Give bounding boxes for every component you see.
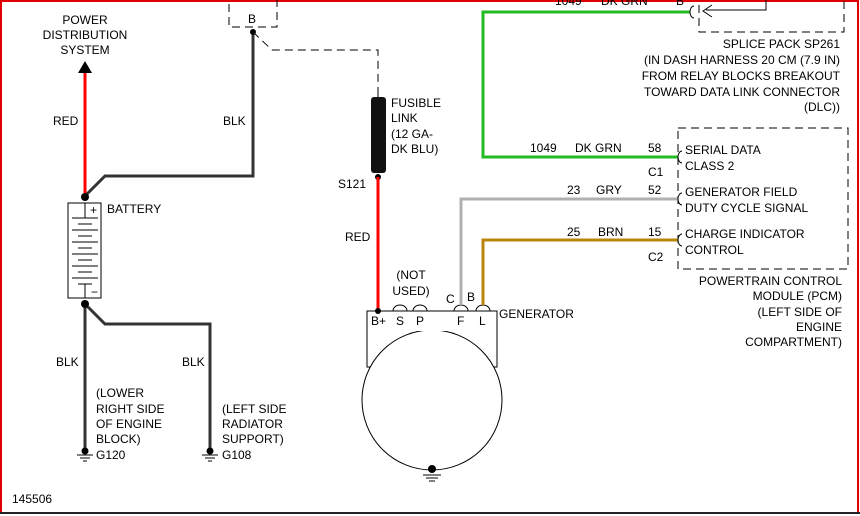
battery-label: BATTERY xyxy=(107,202,161,216)
svg-text:USED): USED) xyxy=(392,284,429,298)
svg-text:(LEFT SIDE OF: (LEFT SIDE OF xyxy=(758,305,842,319)
connector-arc xyxy=(689,5,695,19)
battery-symbol xyxy=(67,202,102,299)
battery-negative-node xyxy=(81,300,89,308)
svg-text:23: 23 xyxy=(567,183,581,197)
fusible-link-dashed-path xyxy=(252,31,379,90)
power-distribution-label: POWER DISTRIBUTION SYSTEM xyxy=(43,13,128,57)
svg-text:MODULE (PCM): MODULE (PCM) xyxy=(753,289,842,303)
ground-icon xyxy=(77,447,93,462)
svg-text:COMPARTMENT): COMPARTMENT) xyxy=(745,335,842,349)
splice-s121-label: S121 xyxy=(338,177,366,191)
ground-g120-location: (LOWER RIGHT SIDE OF ENGINE BLOCK) xyxy=(96,386,164,446)
splice-pack-box xyxy=(698,0,845,33)
svg-text:B: B xyxy=(676,0,684,8)
svg-text:SERIAL DATA: SERIAL DATA xyxy=(685,143,761,157)
wiring-diagram: POWER DISTRIBUTION SYSTEM RED BLK B + − … xyxy=(0,0,860,516)
svg-text:TOWARD DATA LINK CONNECTOR: TOWARD DATA LINK CONNECTOR xyxy=(644,85,840,99)
svg-text:S: S xyxy=(396,314,404,328)
svg-text:1049: 1049 xyxy=(530,141,557,155)
svg-text:FUSIBLE: FUSIBLE xyxy=(391,96,441,110)
battery-minus-sign: − xyxy=(91,285,98,299)
svg-text:58: 58 xyxy=(648,141,662,155)
pcm-pin-serial-data: SERIAL DATA CLASS 2 xyxy=(685,143,761,173)
not-used-label: (NOT USED) xyxy=(392,268,429,298)
pcm-connector-c2: C2 xyxy=(648,250,664,264)
svg-text:SUPPORT): SUPPORT) xyxy=(222,432,284,446)
svg-text:(IN DASH HARNESS 20 CM (7.9 IN: (IN DASH HARNESS 20 CM (7.9 IN) xyxy=(644,53,840,67)
svg-text:DK BLU): DK BLU) xyxy=(391,142,438,156)
ground-g120-label: G120 xyxy=(96,448,126,462)
generator-connector-c: C xyxy=(446,292,455,306)
wire-label-charge: 25 BRN 15 xyxy=(567,225,662,239)
pcm-pin-charge-indicator: CHARGE INDICATOR CONTROL xyxy=(685,227,805,257)
wire-label-field: 23 GRY 52 xyxy=(567,183,662,197)
wire-label-blk-g108: BLK xyxy=(182,355,205,369)
ground-g108-label: G108 xyxy=(222,448,252,462)
svg-text:CHARGE INDICATOR: CHARGE INDICATOR xyxy=(685,227,805,241)
svg-text:GRY: GRY xyxy=(596,183,622,197)
svg-text:SYSTEM: SYSTEM xyxy=(60,43,109,57)
svg-text:L: L xyxy=(479,314,486,328)
svg-text:DK GRN: DK GRN xyxy=(575,141,622,155)
generator-connector-b: B xyxy=(467,290,475,304)
wire-label-red-generator: RED xyxy=(345,230,371,244)
svg-text:52: 52 xyxy=(648,183,662,197)
svg-text:GENERATOR FIELD: GENERATOR FIELD xyxy=(685,185,798,199)
svg-text:15: 15 xyxy=(648,225,662,239)
svg-text:(12 GA-: (12 GA- xyxy=(391,127,433,141)
ground-g108-location: (LEFT SIDE RADIATOR SUPPORT) xyxy=(222,402,286,446)
svg-text:POWERTRAIN CONTROL: POWERTRAIN CONTROL xyxy=(699,274,842,288)
wire-label-blk-g120: BLK xyxy=(56,355,79,369)
svg-text:RIGHT SIDE: RIGHT SIDE xyxy=(96,402,164,416)
pcm-label: POWERTRAIN CONTROL MODULE (PCM) (LEFT SI… xyxy=(699,274,842,349)
svg-text:(LEFT SIDE: (LEFT SIDE xyxy=(222,402,286,416)
pcm-pin-generator-field: GENERATOR FIELD DUTY CYCLE SIGNAL xyxy=(685,185,808,215)
wire-field-gry xyxy=(459,197,678,305)
svg-text:RADIATOR: RADIATOR xyxy=(222,417,283,431)
svg-text:CONTROL: CONTROL xyxy=(685,243,744,257)
svg-text:1049: 1049 xyxy=(555,0,582,8)
battery-positive-node xyxy=(81,193,89,201)
fusible-link-symbol xyxy=(371,97,386,173)
splice-pack-label: SPLICE PACK SP261 (IN DASH HARNESS 20 CM… xyxy=(642,37,841,114)
svg-text:DISTRIBUTION: DISTRIBUTION xyxy=(43,28,128,42)
svg-text:ENGINE: ENGINE xyxy=(796,320,842,334)
pcm-connector-arcs xyxy=(677,150,683,247)
svg-text:FROM RELAY BLOCKS BREAKOUT: FROM RELAY BLOCKS BREAKOUT xyxy=(642,69,841,83)
diagram-canvas: POWER DISTRIBUTION SYSTEM RED BLK B + − … xyxy=(0,0,860,514)
arrow-left-icon xyxy=(702,4,713,18)
svg-text:BLOCK): BLOCK) xyxy=(96,432,141,446)
svg-text:F: F xyxy=(457,314,464,328)
generator-terminal-arcs xyxy=(392,304,491,312)
wire-label-blk: BLK xyxy=(223,114,246,128)
svg-text:DUTY CYCLE SIGNAL: DUTY CYCLE SIGNAL xyxy=(685,201,808,215)
svg-text:BRN: BRN xyxy=(598,225,623,239)
wire-label-serial: 1049 DK GRN 58 xyxy=(530,141,662,155)
pdc-terminal-label: B xyxy=(248,12,256,26)
wire-label-red: RED xyxy=(53,114,79,128)
battery-plus-sign: + xyxy=(90,203,97,217)
svg-text:B+: B+ xyxy=(371,314,386,328)
svg-text:(DLC)): (DLC)) xyxy=(804,100,840,114)
svg-text:CLASS 2: CLASS 2 xyxy=(685,159,735,173)
svg-text:LINK: LINK xyxy=(391,111,418,125)
svg-text:POWER: POWER xyxy=(62,13,108,27)
figure-id: 145506 xyxy=(12,492,52,506)
svg-text:(LOWER: (LOWER xyxy=(96,386,144,400)
fusible-link-label: FUSIBLE LINK (12 GA- DK BLU) xyxy=(391,96,441,156)
svg-text:SPLICE PACK SP261: SPLICE PACK SP261 xyxy=(723,37,840,51)
svg-text:(NOT: (NOT xyxy=(396,268,426,282)
svg-text:25: 25 xyxy=(567,225,581,239)
ground-icon xyxy=(202,447,218,462)
generator-label: GENERATOR xyxy=(499,307,574,321)
svg-text:P: P xyxy=(416,314,424,328)
svg-text:OF ENGINE: OF ENGINE xyxy=(96,417,162,431)
pcm-connector-c1: C1 xyxy=(648,165,664,179)
svg-text:DK GRN: DK GRN xyxy=(601,0,648,8)
arrow-up-icon xyxy=(78,61,92,73)
generator-symbol xyxy=(361,310,503,471)
